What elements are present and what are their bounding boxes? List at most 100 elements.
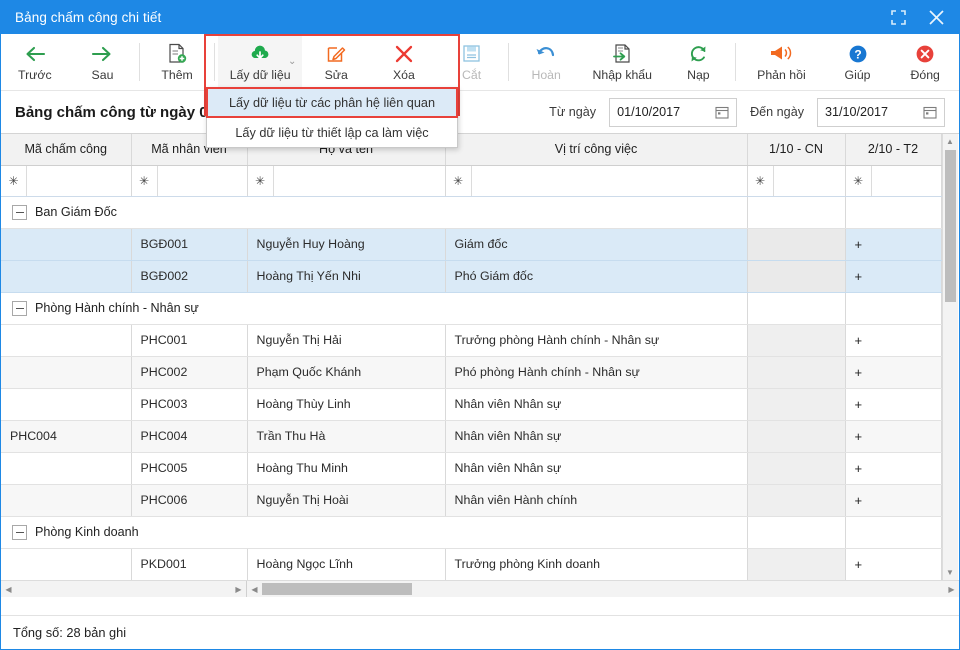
- add-entry-plus-icon[interactable]: +: [855, 237, 863, 252]
- table-row[interactable]: BGĐ002 Hoàng Thị Yến Nhi Phó Giám đốc +: [1, 260, 942, 293]
- group-row[interactable]: Phòng Kinh doanh: [1, 516, 942, 549]
- group-expander-icon[interactable]: [12, 524, 27, 540]
- add-entry-plus-icon[interactable]: +: [855, 461, 863, 476]
- cell-d2[interactable]: +: [845, 356, 942, 389]
- cell-ma_nhan_vien[interactable]: PHC005: [131, 452, 248, 485]
- cell-vi_tri_cong_viec[interactable]: Trưởng phòng Hành chính - Nhân sự: [445, 324, 748, 357]
- toolbar-button-sau[interactable]: Sau: [69, 34, 137, 90]
- scroll-up-arrow-icon[interactable]: ▲: [943, 134, 958, 149]
- filter-input[interactable]: [872, 166, 941, 196]
- cell-ho_va_ten[interactable]: Hoàng Thu Minh: [247, 452, 446, 485]
- cell-ma_cham_cong[interactable]: [1, 452, 132, 485]
- cell-vi_tri_cong_viec[interactable]: Nhân viên Nhân sự: [445, 388, 748, 421]
- cell-d2[interactable]: +: [845, 260, 942, 293]
- toolbar-button-dong[interactable]: Đóng: [891, 34, 959, 90]
- cell-ma_nhan_vien[interactable]: BGĐ001: [131, 228, 248, 261]
- scroll-down-arrow-icon[interactable]: ▼: [943, 565, 958, 580]
- add-entry-plus-icon[interactable]: +: [855, 397, 863, 412]
- horizontal-scrollbar-thumb[interactable]: [262, 583, 412, 595]
- scroll-left-arrow-icon[interactable]: ◀: [247, 581, 262, 597]
- add-entry-plus-icon[interactable]: +: [855, 429, 863, 444]
- chevron-down-icon[interactable]: ⌄: [288, 56, 296, 67]
- cell-ma_nhan_vien[interactable]: PHC001: [131, 324, 248, 357]
- dropdown-item-thiet-lap-ca-lam-viec[interactable]: Lấy dữ liệu từ thiết lập ca làm việc: [207, 118, 457, 147]
- toolbar-button-them[interactable]: Thêm: [143, 34, 211, 90]
- dropdown-item-phan-he-lien-quan[interactable]: Lấy dữ liệu từ các phân hệ liên quan: [206, 87, 458, 118]
- group-row[interactable]: Ban Giám Đốc: [1, 196, 942, 229]
- cell-vi_tri_cong_viec[interactable]: Nhân viên Nhân sự: [445, 420, 748, 453]
- table-row[interactable]: PHC003 Hoàng Thùy Linh Nhân viên Nhân sự +: [1, 388, 942, 421]
- toolbar-button-truoc[interactable]: Trước: [1, 34, 69, 90]
- calendar-icon[interactable]: [923, 105, 937, 119]
- group-row[interactable]: Phòng Hành chính - Nhân sự: [1, 292, 942, 325]
- cell-d1[interactable]: [747, 484, 846, 517]
- table-row[interactable]: PHC005 Hoàng Thu Minh Nhân viên Nhân sự +: [1, 452, 942, 485]
- cell-ma_cham_cong[interactable]: [1, 548, 132, 580]
- cell-d2[interactable]: +: [845, 324, 942, 357]
- toolbar-button-hoan[interactable]: Hoàn: [512, 34, 580, 90]
- cell-vi_tri_cong_viec[interactable]: Trưởng phòng Kinh doanh: [445, 548, 748, 580]
- cell-ho_va_ten[interactable]: Hoàng Ngọc Lĩnh: [247, 548, 446, 580]
- table-row[interactable]: PKD001 Hoàng Ngọc Lĩnh Trưởng phòng Kinh d…: [1, 548, 942, 580]
- vertical-scrollbar[interactable]: ▲ ▼: [941, 134, 958, 580]
- scroll-left-arrow-icon[interactable]: ◀: [1, 581, 16, 597]
- cell-d1[interactable]: [747, 452, 846, 485]
- toolbar-button-nhap-khau[interactable]: Nhập khẩu: [580, 34, 665, 90]
- cell-ma_cham_cong[interactable]: [1, 356, 132, 389]
- cell-d1[interactable]: [747, 548, 846, 580]
- from-date-input[interactable]: 01/10/2017: [609, 97, 738, 127]
- toolbar-button-sua[interactable]: Sửa: [302, 34, 370, 90]
- filter-input[interactable]: [158, 166, 247, 196]
- cell-ho_va_ten[interactable]: Trần Thu Hà: [247, 420, 446, 453]
- scroll-right-arrow-icon[interactable]: ▶: [231, 581, 246, 597]
- horizontal-scrollbar-right[interactable]: ◀ ▶: [247, 581, 959, 597]
- filter-operator-icon[interactable]: ✳: [1, 165, 27, 195]
- table-row[interactable]: PHC001 Nguyễn Thị Hải Trưởng phòng Hành ch…: [1, 324, 942, 357]
- filter-operator-icon[interactable]: ✳: [132, 165, 158, 195]
- cell-ma_cham_cong[interactable]: [1, 484, 132, 517]
- cell-ma_nhan_vien[interactable]: PKD001: [131, 548, 248, 580]
- cell-ho_va_ten[interactable]: Hoàng Thùy Linh: [247, 388, 446, 421]
- cell-ho_va_ten[interactable]: Phạm Quốc Khánh: [247, 356, 446, 389]
- cell-ma_cham_cong[interactable]: [1, 228, 132, 261]
- cell-d2[interactable]: +: [845, 420, 942, 453]
- table-row[interactable]: PHC004 PHC004 Trần Thu Hà Nhân viên Nhân sự…: [1, 420, 942, 453]
- cell-d1[interactable]: [747, 420, 846, 453]
- add-entry-plus-icon[interactable]: +: [855, 493, 863, 508]
- horizontal-scrollbar-track[interactable]: [262, 583, 944, 595]
- cell-vi_tri_cong_viec[interactable]: Phó Giám đốc: [445, 260, 748, 293]
- cell-ho_va_ten[interactable]: Hoàng Thị Yến Nhi: [247, 260, 446, 293]
- to-date-input[interactable]: 31/10/2017: [817, 97, 945, 127]
- cell-d2[interactable]: +: [845, 548, 942, 580]
- cell-d1[interactable]: [747, 228, 846, 261]
- filter-input[interactable]: [274, 166, 445, 196]
- cell-d2[interactable]: +: [845, 484, 942, 517]
- cell-ho_va_ten[interactable]: Nguyễn Thị Hoài: [247, 484, 446, 517]
- scroll-right-arrow-icon[interactable]: ▶: [944, 581, 959, 597]
- cell-vi_tri_cong_viec[interactable]: Giám đốc: [445, 228, 748, 261]
- cell-ma_cham_cong[interactable]: [1, 324, 132, 357]
- horizontal-scrollbar-left[interactable]: ◀ ▶: [1, 581, 247, 597]
- close-icon[interactable]: [917, 2, 955, 34]
- filter-operator-icon[interactable]: ✳: [846, 165, 872, 195]
- cell-ma_nhan_vien[interactable]: PHC002: [131, 356, 248, 389]
- cell-vi_tri_cong_viec[interactable]: Nhân viên Hành chính: [445, 484, 748, 517]
- cell-ho_va_ten[interactable]: Nguyễn Thị Hải: [247, 324, 446, 357]
- cell-ma_nhan_vien[interactable]: PHC004: [131, 420, 248, 453]
- add-entry-plus-icon[interactable]: +: [855, 557, 863, 572]
- toolbar-button-giup[interactable]: ? Giúp: [824, 34, 892, 90]
- toolbar-button-lay-du-lieu[interactable]: Lấy dữ liệu ⌄: [217, 34, 303, 90]
- toolbar-button-nap[interactable]: Nạp: [665, 34, 733, 90]
- cell-ma_nhan_vien[interactable]: PHC006: [131, 484, 248, 517]
- cell-d1[interactable]: [747, 356, 846, 389]
- cell-vi_tri_cong_viec[interactable]: Phó phòng Hành chính - Nhân sự: [445, 356, 748, 389]
- toolbar-button-phan-hoi[interactable]: Phản hồi: [739, 34, 824, 90]
- group-expander-icon[interactable]: [12, 204, 27, 220]
- cell-ma_cham_cong[interactable]: PHC004: [1, 420, 132, 453]
- vertical-scrollbar-thumb[interactable]: [944, 150, 956, 302]
- add-entry-plus-icon[interactable]: +: [855, 365, 863, 380]
- add-entry-plus-icon[interactable]: +: [855, 269, 863, 284]
- filter-input[interactable]: [27, 166, 130, 196]
- filter-input[interactable]: [774, 166, 845, 196]
- maximize-icon[interactable]: [879, 2, 917, 34]
